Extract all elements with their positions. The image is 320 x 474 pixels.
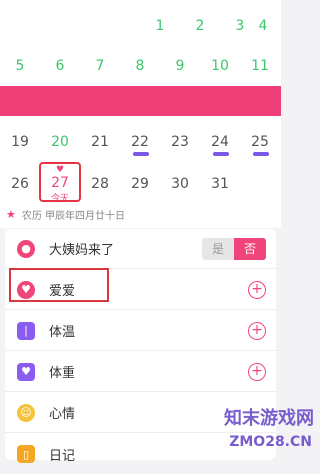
watermark-url: ZMO28.CN: [229, 434, 312, 450]
lunar-date: ★ 农历 甲辰年四月廿十日: [0, 206, 281, 222]
ovulation-bar: [133, 152, 149, 156]
day-31[interactable]: 31: [200, 176, 240, 192]
day-7[interactable]: 7: [80, 58, 120, 74]
diary-label: 日记: [49, 445, 75, 464]
highlight-box: [9, 268, 109, 302]
drop-icon: ●: [17, 240, 35, 258]
watermark-text: 知末游戏网: [224, 404, 314, 430]
day-30[interactable]: 30: [160, 176, 200, 192]
day-25[interactable]: 25: [240, 134, 280, 150]
day-29[interactable]: 29: [120, 176, 160, 192]
yes-button[interactable]: 是: [202, 238, 234, 260]
today-date: 27: [41, 175, 79, 191]
add-icon[interactable]: +: [248, 322, 266, 340]
day-28[interactable]: 28: [80, 176, 120, 192]
weight-label: 体重: [49, 362, 75, 381]
period-days-band[interactable]: [0, 86, 281, 116]
day-2[interactable]: 2: [180, 18, 220, 34]
temperature-label: 体温: [49, 321, 75, 340]
no-button[interactable]: 否: [234, 238, 266, 260]
day-1[interactable]: 1: [140, 18, 180, 34]
ovulation-bar: [213, 152, 229, 156]
day-26[interactable]: 26: [0, 176, 40, 192]
day-11[interactable]: 11: [240, 58, 280, 74]
day-23[interactable]: 23: [160, 134, 200, 150]
day-19[interactable]: 19: [0, 134, 40, 150]
today-cell[interactable]: ♥ 27 今天: [39, 162, 81, 202]
mood-label: 心情: [49, 403, 75, 422]
temperature-row[interactable]: | 体温 +: [5, 311, 276, 351]
day-9[interactable]: 9: [160, 58, 200, 74]
period-row: ● 大姨妈来了 是 否: [5, 229, 276, 269]
day-5[interactable]: 5: [0, 58, 40, 74]
thermometer-icon: |: [17, 322, 35, 340]
calendar: 1 2 3 4 5 6 7 8 9 10 11 19 20 21 22 23 2…: [0, 0, 281, 228]
day-6[interactable]: 6: [40, 58, 80, 74]
day-24[interactable]: 24: [200, 134, 240, 150]
day-20[interactable]: 20: [40, 134, 80, 150]
add-icon[interactable]: +: [248, 281, 266, 299]
day-4[interactable]: 4: [243, 18, 283, 34]
diary-icon: ▯: [17, 445, 35, 463]
heart-icon: ♥: [41, 165, 79, 175]
scale-icon: ♥: [17, 363, 35, 381]
day-8[interactable]: 8: [120, 58, 160, 74]
add-icon[interactable]: +: [248, 363, 266, 381]
today-label: 今天: [41, 191, 79, 204]
weight-row[interactable]: ♥ 体重 +: [5, 352, 276, 392]
star-icon: ★: [6, 208, 16, 221]
day-21[interactable]: 21: [80, 134, 120, 150]
smile-icon: ☺: [17, 404, 35, 422]
day-22[interactable]: 22: [120, 134, 160, 150]
period-label: 大姨妈来了: [49, 239, 114, 258]
ovulation-bar: [253, 152, 269, 156]
period-toggle[interactable]: 是 否: [202, 238, 266, 260]
day-10[interactable]: 10: [200, 58, 240, 74]
